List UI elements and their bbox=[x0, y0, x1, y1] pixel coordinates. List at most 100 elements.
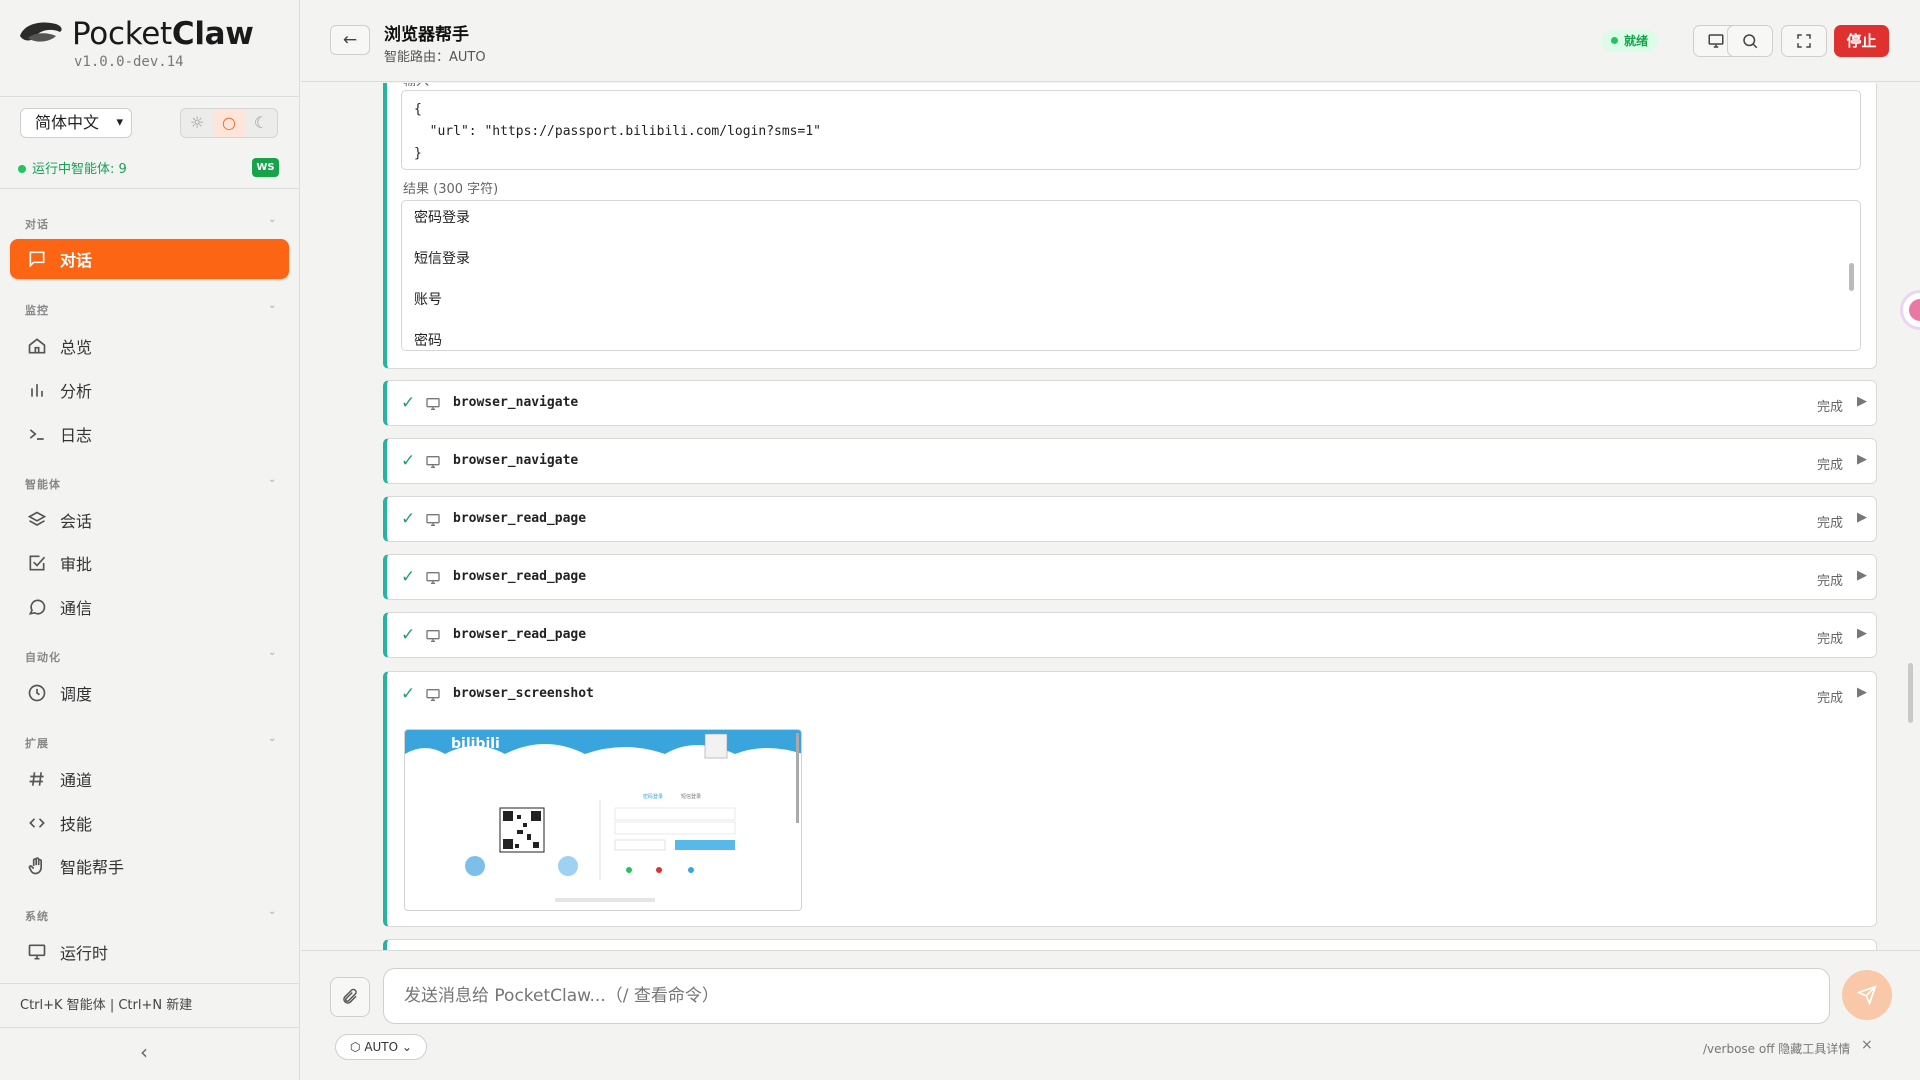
sidebar-item-label: 会话 bbox=[60, 512, 93, 531]
layers-icon bbox=[26, 509, 48, 531]
collapse-section-icon[interactable]: ⌄ bbox=[268, 214, 276, 225]
divider bbox=[0, 96, 300, 97]
expand-arrow-icon[interactable]: ▶ bbox=[1857, 394, 1867, 409]
result-scrollbar[interactable] bbox=[1849, 263, 1854, 291]
preview-tab-password: 密码登录 bbox=[643, 793, 663, 800]
monitor-icon bbox=[426, 398, 440, 410]
send-button[interactable] bbox=[1842, 970, 1892, 1020]
attach-button[interactable] bbox=[330, 977, 370, 1017]
expand-arrow-icon[interactable]: ▶ bbox=[1857, 452, 1867, 467]
theme-dark-button[interactable]: ☾ bbox=[245, 109, 277, 137]
result-line: 密码登录 bbox=[414, 210, 470, 226]
screenshot-thumbnail[interactable]: bilibili 密码登录 短信登录 bbox=[404, 729, 802, 911]
theme-system-button[interactable]: ○ bbox=[213, 109, 245, 137]
tool-name: browser_read_page bbox=[453, 511, 587, 526]
sidebar-item-label: 技能 bbox=[60, 815, 93, 834]
sidebar-item-skills[interactable]: 技能 bbox=[10, 803, 289, 843]
stop-button[interactable]: 停止 bbox=[1834, 25, 1889, 57]
tool-name: browser_read_page bbox=[453, 569, 587, 584]
monitor-icon bbox=[426, 456, 440, 468]
expand-arrow-icon[interactable]: ▶ bbox=[1857, 626, 1867, 641]
collapse-section-icon[interactable]: ⌄ bbox=[268, 733, 276, 744]
sidebar-item-analytics[interactable]: 分析 bbox=[10, 370, 289, 410]
sidebar-item-runtime[interactable]: 运行时 bbox=[10, 932, 289, 972]
send-icon bbox=[1857, 985, 1877, 1005]
result-box[interactable]: 密码登录 短信登录 账号 密码 bbox=[401, 200, 1861, 351]
search-button[interactable] bbox=[1727, 25, 1773, 57]
check-icon: ✓ bbox=[401, 567, 416, 587]
tool-call-row[interactable] bbox=[383, 939, 1877, 950]
hash-icon bbox=[26, 768, 48, 790]
sidebar-item-label: 日志 bbox=[60, 426, 93, 445]
routing-mode-select[interactable]: ⬡ AUTO ⌄ bbox=[335, 1034, 427, 1060]
expand-arrow-icon[interactable]: ▶ bbox=[1857, 568, 1867, 583]
checkbox-icon bbox=[26, 552, 48, 574]
bilibili-login-preview: bilibili 密码登录 短信登录 bbox=[405, 730, 801, 902]
expand-arrow-icon[interactable]: ▶ bbox=[1857, 685, 1867, 700]
close-hint-icon[interactable]: × bbox=[1861, 1037, 1873, 1053]
chevron-down-icon: ▾ bbox=[116, 115, 123, 130]
tool-call-row[interactable]: ✓ browser_navigate 完成 ▶ bbox=[383, 438, 1877, 484]
monitor-icon bbox=[26, 941, 48, 963]
collapse-sidebar-icon[interactable]: ‹ bbox=[140, 1040, 148, 1064]
tool-call-row[interactable]: ✓ browser_navigate 完成 ▶ bbox=[383, 380, 1877, 426]
sidebar-item-schedule[interactable]: 调度 bbox=[10, 673, 289, 713]
collapse-section-icon[interactable]: ⌄ bbox=[268, 474, 276, 485]
result-label: 结果 (300 字符) bbox=[403, 182, 499, 197]
running-agents-status: 运行中智能体: 9 bbox=[18, 158, 127, 177]
check-icon: ✓ bbox=[401, 684, 416, 704]
sidebar-item-label: 运行时 bbox=[60, 944, 109, 963]
sidebar-item-overview[interactable]: 总览 bbox=[10, 326, 289, 366]
ws-badge: WS bbox=[252, 158, 279, 177]
tool-status: 完成 bbox=[1817, 458, 1844, 473]
page-title: 浏览器帮手 bbox=[384, 25, 469, 45]
tool-call-row[interactable]: ✓ browser_read_page 完成 ▶ bbox=[383, 554, 1877, 600]
sidebar-item-messaging[interactable]: 通信 bbox=[10, 587, 289, 627]
status-dot-icon bbox=[1611, 37, 1618, 44]
monitor-icon bbox=[1708, 34, 1724, 48]
theme-light-button[interactable]: ☼ bbox=[181, 109, 213, 137]
sidebar-item-label: 调度 bbox=[60, 685, 93, 704]
collapse-section-icon[interactable]: ⌄ bbox=[268, 647, 276, 658]
chat-bubble-icon bbox=[26, 248, 48, 270]
tool-name: browser_read_page bbox=[453, 627, 587, 642]
hand-icon bbox=[26, 855, 48, 877]
divider bbox=[0, 1027, 300, 1028]
sidebar-item-label: 通道 bbox=[60, 771, 93, 790]
tool-status: 完成 bbox=[1817, 632, 1844, 647]
section-title-extensions: 扩展 bbox=[25, 737, 49, 750]
bilibili-logo: bilibili bbox=[451, 736, 500, 752]
conversation-scrollbar[interactable] bbox=[1908, 663, 1913, 723]
sidebar-item-sessions[interactable]: 会话 bbox=[10, 500, 289, 540]
expand-icon bbox=[1797, 34, 1811, 48]
sidebar-item-assistant[interactable]: 智能帮手 bbox=[10, 846, 289, 886]
collapse-section-icon[interactable]: ⌄ bbox=[268, 300, 276, 311]
divider bbox=[0, 983, 300, 984]
language-select[interactable]: 简体中文 ▾ bbox=[20, 108, 132, 138]
collapse-section-icon[interactable]: ⌄ bbox=[268, 906, 276, 917]
tool-call-row[interactable]: ✓ browser_read_page 完成 ▶ bbox=[383, 496, 1877, 542]
tool-call-detail: 输入 { "url": "https://passport.bilibili.c… bbox=[383, 83, 1877, 369]
tool-call-row[interactable]: ✓ browser_read_page 完成 ▶ bbox=[383, 612, 1877, 658]
result-line: 密码 bbox=[414, 333, 442, 349]
section-title-monitor: 监控 bbox=[25, 304, 49, 317]
back-button[interactable]: ← bbox=[330, 25, 370, 55]
sidebar-item-channels[interactable]: 通道 bbox=[10, 759, 289, 799]
message-composer: ⬡ AUTO ⌄ /verbose off 隐藏工具详情 × bbox=[301, 950, 1920, 1080]
divider bbox=[0, 188, 300, 189]
sidebar-item-chat[interactable]: 对话 bbox=[10, 239, 289, 279]
tool-status: 完成 bbox=[1817, 574, 1844, 589]
tool-call-row-screenshot[interactable]: ✓ browser_screenshot 完成 ▶ bilibili 密码登录 bbox=[383, 671, 1877, 927]
tool-status: 完成 bbox=[1817, 400, 1844, 415]
check-icon: ✓ bbox=[401, 393, 416, 413]
clock-icon bbox=[26, 682, 48, 704]
monitor-icon bbox=[426, 514, 440, 526]
expand-arrow-icon[interactable]: ▶ bbox=[1857, 510, 1867, 525]
message-input[interactable] bbox=[383, 968, 1830, 1024]
section-title-automation: 自动化 bbox=[25, 651, 61, 664]
keyboard-shortcuts-hint: Ctrl+K 智能体 | Ctrl+N 新建 bbox=[20, 998, 193, 1013]
fullscreen-button[interactable] bbox=[1781, 25, 1827, 57]
brand[interactable]: PocketClaw v1.0.0-dev.14 bbox=[18, 14, 288, 74]
sidebar-item-approvals[interactable]: 审批 bbox=[10, 543, 289, 583]
sidebar-item-logs[interactable]: 日志 bbox=[10, 414, 289, 454]
